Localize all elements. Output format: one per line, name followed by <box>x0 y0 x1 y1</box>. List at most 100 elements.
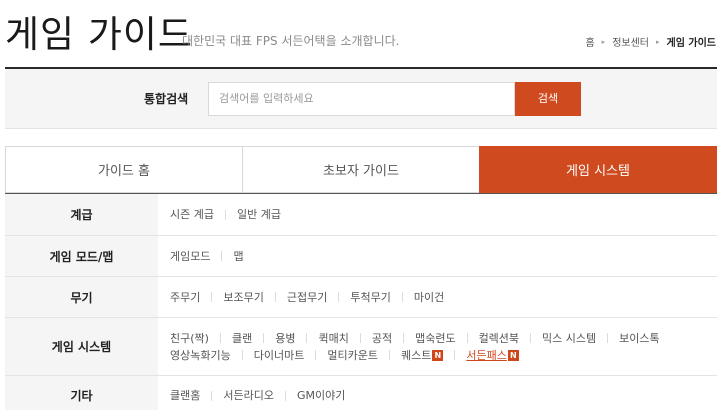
category-title: 계급 <box>5 194 158 235</box>
search-button[interactable]: 검색 <box>515 82 581 116</box>
category-table: 계급 시즌 계급 일반 계급 게임 모드/맵 게임모드 맵 무기 주무기 보조무… <box>5 193 717 410</box>
link-label: 멀티카운트 <box>327 348 378 362</box>
new-badge: N <box>432 349 444 361</box>
link-label: 일반 계급 <box>236 208 281 221</box>
category-link[interactable]: 게임모드 <box>170 248 233 265</box>
category-link[interactable]: 시즌 계급 <box>170 206 237 223</box>
category-link[interactable]: 보이스톡 <box>619 330 659 347</box>
divider <box>403 333 405 343</box>
category-link[interactable]: 믹스 시스템 <box>542 330 619 347</box>
category-link[interactable]: 용병 <box>275 330 318 347</box>
link-label: 친구(짝) <box>170 331 209 345</box>
tab-beginner-guide[interactable]: 초보자 가이드 <box>242 146 479 193</box>
category-link[interactable]: 멀티카운트 <box>327 347 401 364</box>
page-title: 게임 가이드 <box>5 13 193 56</box>
category-link[interactable]: 컬렉션북 <box>479 330 542 347</box>
category-row-etc: 기타 클랜홈 서든라디오 GM이야기 <box>5 376 717 410</box>
category-link[interactable]: 보조무기 <box>223 289 286 306</box>
category-link[interactable]: 일반 계급 <box>237 206 281 223</box>
link-label: 시즌 계급 <box>170 208 214 221</box>
divider <box>241 350 243 360</box>
category-links: 클랜홈 서든라디오 GM이야기 <box>158 376 717 410</box>
divider <box>530 333 532 343</box>
link-label: 게임모드 <box>170 249 211 263</box>
category-link[interactable]: 영상녹화기능 <box>170 347 254 364</box>
link-label: 퀵매치 <box>318 331 349 345</box>
link-label: 투척무기 <box>350 290 391 304</box>
link-label: 서든라디오 <box>223 389 274 402</box>
divider <box>211 390 213 401</box>
category-link[interactable]: 주무기 <box>170 289 223 306</box>
category-link[interactable]: 투척무기 <box>350 289 413 306</box>
category-link[interactable]: GM이야기 <box>297 387 345 404</box>
divider <box>607 333 609 343</box>
link-label: 맵 <box>233 249 244 263</box>
tab-guide-home[interactable]: 가이드 홈 <box>5 146 242 193</box>
category-link[interactable]: 다이너마트 <box>254 347 328 364</box>
breadcrumb-info-center[interactable]: 정보센터 <box>612 34 649 49</box>
category-link[interactable]: 서든라디오 <box>223 387 297 404</box>
divider <box>315 350 317 360</box>
category-row-mode-map: 게임 모드/맵 게임모드 맵 <box>5 236 717 277</box>
category-title: 게임 모드/맵 <box>5 236 158 276</box>
link-label: 마이건 <box>413 290 445 304</box>
category-link[interactable]: 클랜홈 <box>170 387 223 404</box>
chevron-right-icon: ▸ <box>601 37 606 46</box>
chevron-right-icon: ▸ <box>656 37 660 46</box>
link-label: 보이스톡 <box>619 331 660 345</box>
category-link[interactable]: 친구(짝) <box>170 330 232 347</box>
link-label: 컬렉션북 <box>478 331 520 345</box>
divider <box>219 333 221 343</box>
link-label: 퀘스트 <box>400 348 432 362</box>
divider <box>454 350 456 360</box>
link-label: 주무기 <box>170 290 201 304</box>
tab-game-system[interactable]: 게임 시스템 <box>479 146 717 193</box>
category-links: 친구(짝) 클랜 용병 퀵매치 공적 맵숙련도 컬렉션북 믹스 시스템 보이스톡… <box>158 318 717 375</box>
divider <box>306 333 308 343</box>
category-row-game-system: 게임 시스템 친구(짝) 클랜 용병 퀵매치 공적 맵숙련도 컬렉션북 믹스 시… <box>5 318 717 376</box>
page-subtitle: 대한민국 대표 FPS 서든어택을 소개합니다. <box>182 34 400 48</box>
search-input[interactable]: 검색어를 입력하세요 <box>208 82 515 116</box>
divider <box>359 333 361 343</box>
new-badge: N <box>507 349 519 361</box>
divider <box>221 251 223 261</box>
page-header: 게임 가이드 대한민국 대표 FPS 서든어택을 소개합니다. 홈 ▸ 정보센터… <box>0 0 720 69</box>
category-row-weapons: 무기 주무기 보조무기 근접무기 투척무기 마이건 <box>5 277 717 318</box>
divider <box>224 209 226 220</box>
category-link[interactable]: 퀘스트 N <box>401 347 466 364</box>
category-link[interactable]: 맵 <box>233 248 243 265</box>
link-label: GM이야기 <box>296 389 346 402</box>
category-link[interactable]: 근접무기 <box>287 289 350 306</box>
category-links: 주무기 보조무기 근접무기 투척무기 마이건 <box>158 277 717 317</box>
category-link-active[interactable]: 서든패스 N <box>466 347 519 364</box>
link-label: 공적 <box>371 331 393 345</box>
link-label: 클랜 <box>231 331 253 345</box>
category-link[interactable]: 맵숙련도 <box>415 330 478 347</box>
search-label: 통합검색 <box>144 92 189 106</box>
divider <box>466 333 468 343</box>
breadcrumb: 홈 ▸ 정보센터 ▸ 게임 가이드 <box>585 34 716 50</box>
divider <box>401 292 403 302</box>
breadcrumb-current[interactable]: 게임 가이드 <box>667 34 716 49</box>
link-label: 영상녹화기능 <box>170 348 231 362</box>
link-label: 서든패스 <box>466 348 507 362</box>
category-link[interactable]: 공적 <box>372 330 415 347</box>
category-links: 시즌 계급 일반 계급 <box>158 194 717 235</box>
divider <box>388 350 390 360</box>
guide-tabs: 가이드 홈 초보자 가이드 게임 시스템 <box>5 146 717 194</box>
link-label: 클랜홈 <box>170 389 201 402</box>
category-link[interactable]: 클랜 <box>232 330 275 347</box>
divider <box>263 333 265 343</box>
category-row-rank: 계급 시즌 계급 일반 계급 <box>5 194 717 236</box>
search-area: 통합검색 검색어를 입력하세요 검색 <box>5 69 717 129</box>
category-link[interactable]: 퀵매치 <box>318 330 371 347</box>
category-link[interactable]: 마이건 <box>414 289 444 306</box>
link-label: 근접무기 <box>286 290 328 304</box>
category-title: 게임 시스템 <box>5 318 158 375</box>
divider <box>284 390 286 401</box>
link-label: 맵숙련도 <box>415 331 456 345</box>
divider <box>211 292 213 302</box>
category-title: 기타 <box>5 376 158 410</box>
link-label: 다이너마트 <box>253 348 305 362</box>
breadcrumb-home[interactable]: 홈 <box>585 34 594 49</box>
